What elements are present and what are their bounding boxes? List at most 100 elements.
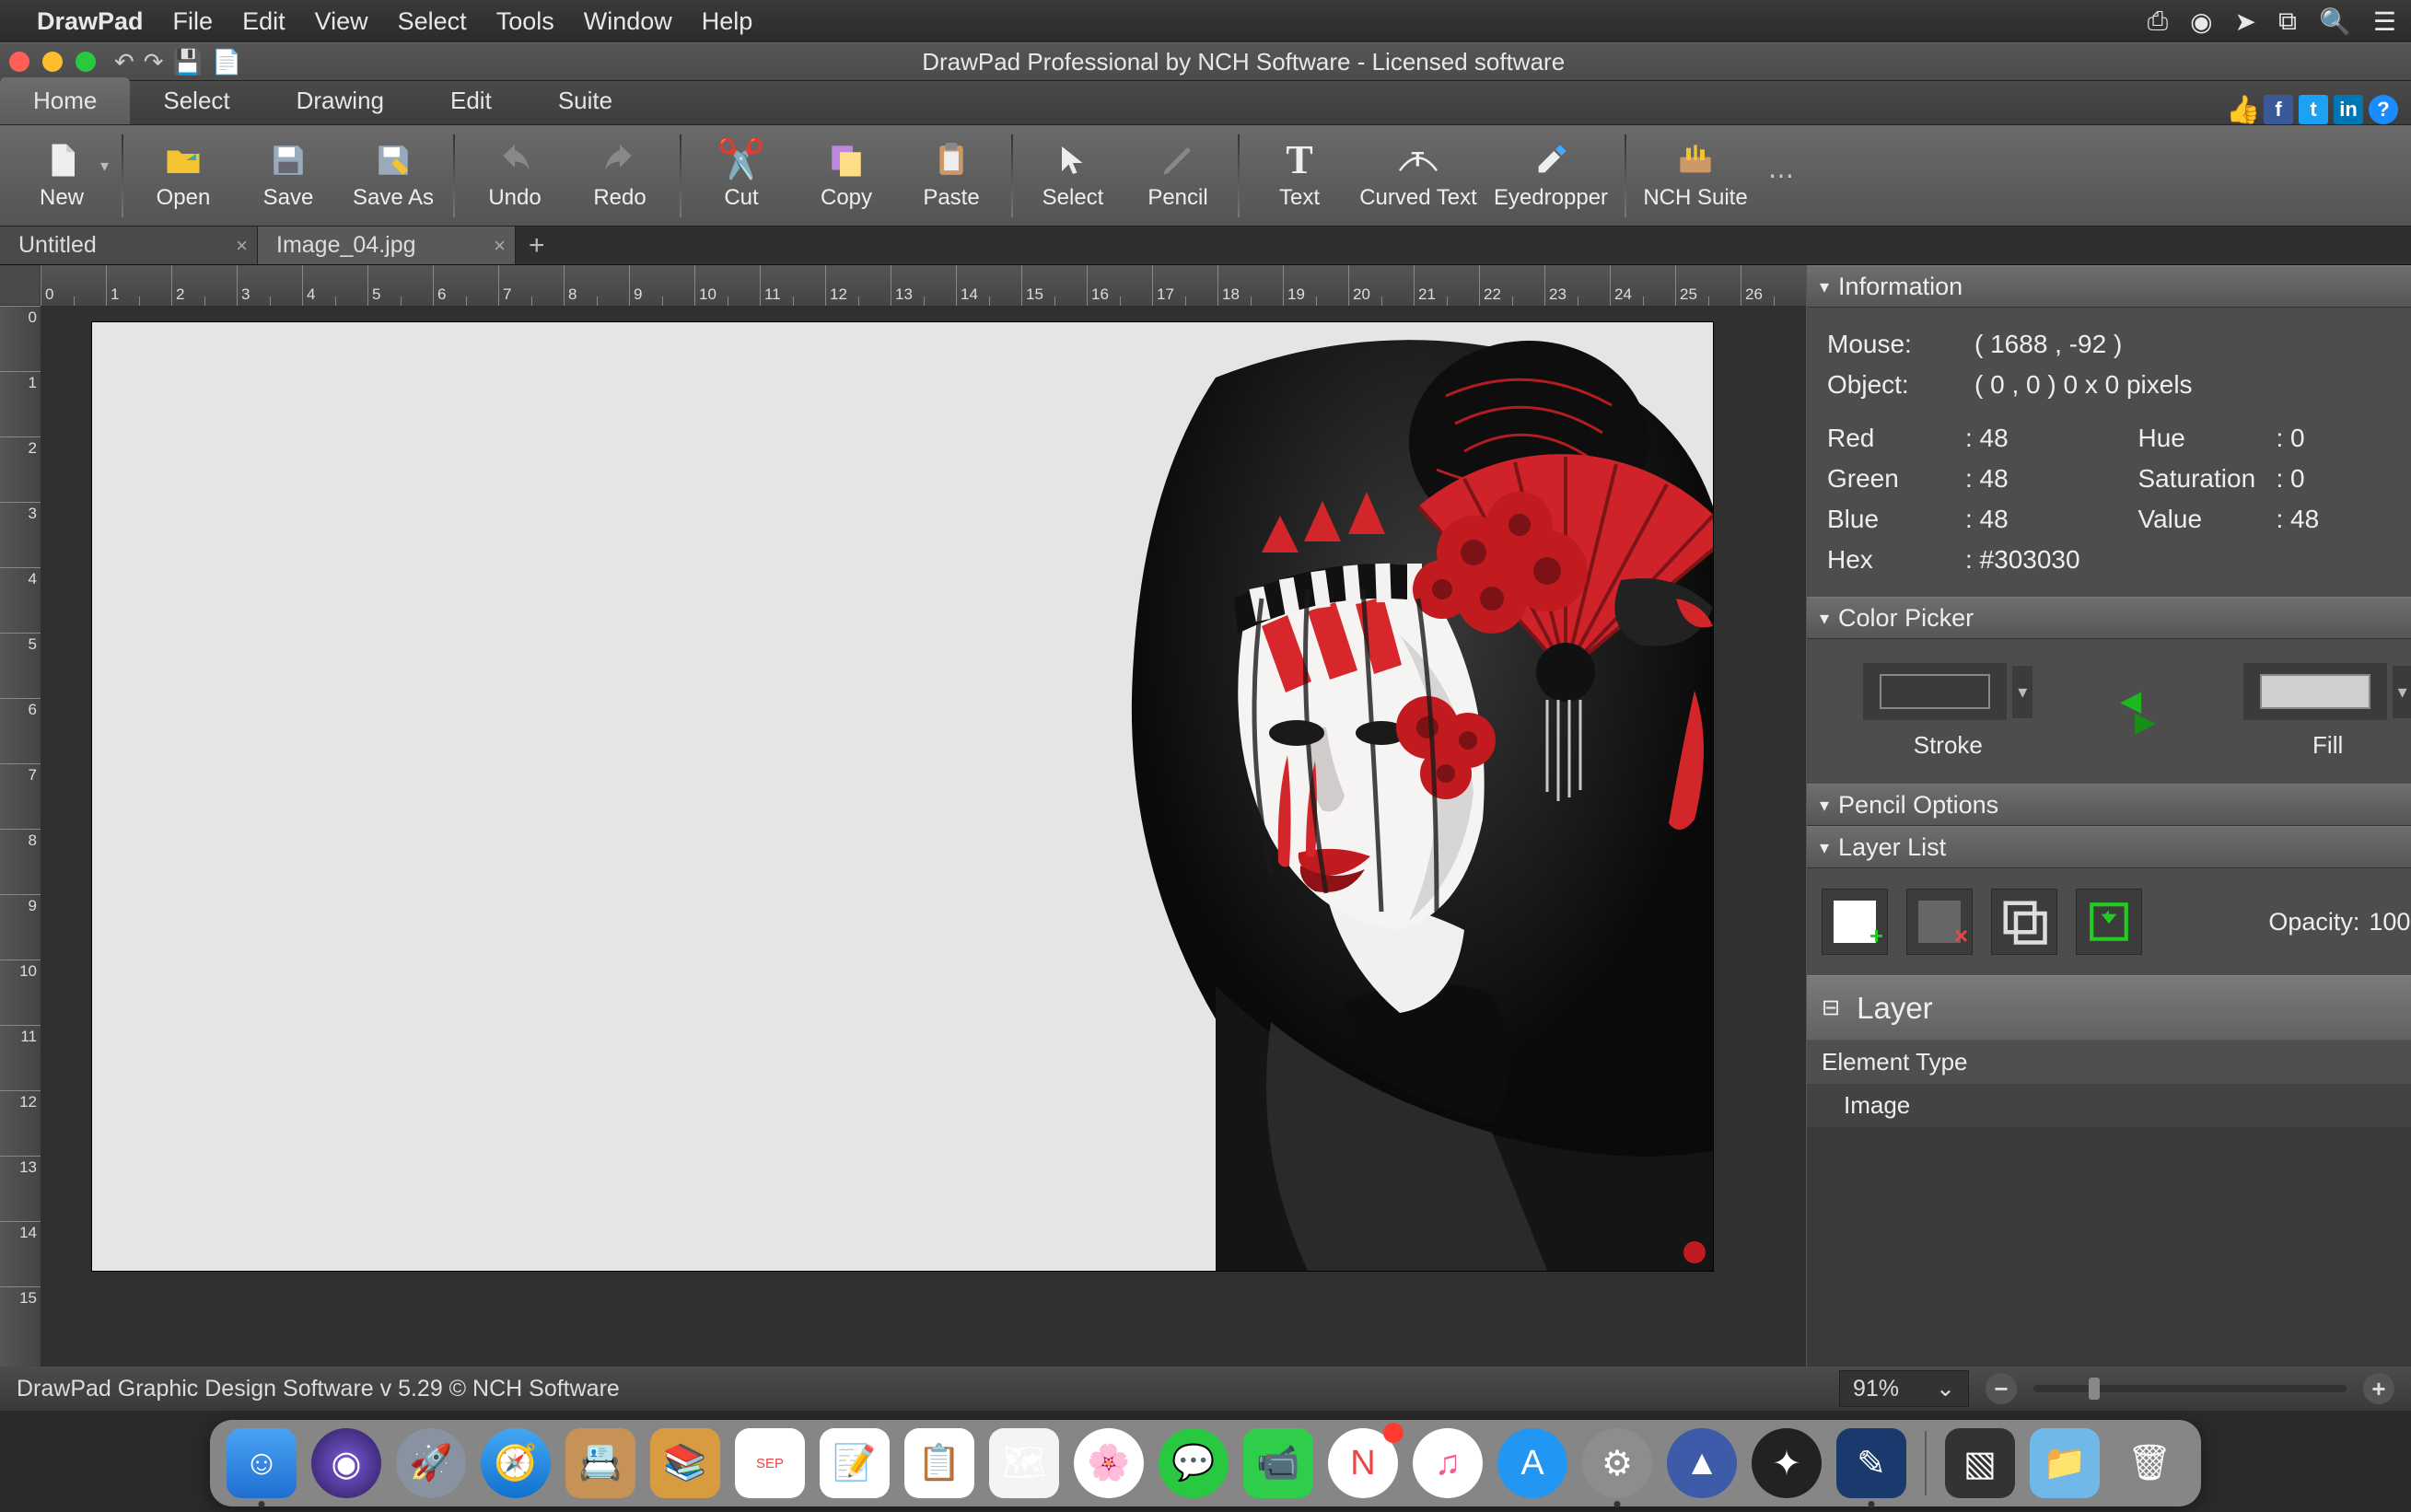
ribbon-tab-drawing[interactable]: Drawing xyxy=(263,77,417,124)
undo-quick-icon[interactable]: ↶ xyxy=(114,48,134,76)
canvas[interactable] xyxy=(92,322,1713,1271)
dock-photos-icon[interactable]: 🌸 xyxy=(1074,1428,1144,1498)
redo-button[interactable]: Redo xyxy=(569,125,670,226)
pencil-panel-header[interactable]: ▾Pencil Options xyxy=(1807,784,2411,826)
control-center-icon[interactable]: ☰ xyxy=(2373,6,2396,37)
fill-dropdown-icon[interactable]: ▾ xyxy=(2393,666,2411,718)
dock-launchpad-icon[interactable]: 🚀 xyxy=(396,1428,466,1498)
menu-select[interactable]: Select xyxy=(398,7,467,36)
stroke-dropdown-icon[interactable]: ▾ xyxy=(2012,666,2032,718)
new-dropdown-icon[interactable]: ▾ xyxy=(100,157,109,176)
element-type-value[interactable]: Image xyxy=(1807,1084,2411,1127)
doc-tab-image04[interactable]: Image_04.jpg × xyxy=(258,227,516,264)
fill-swatch[interactable] xyxy=(2260,674,2370,709)
select-tool-button[interactable]: Select xyxy=(1022,125,1124,226)
dock-notes-icon[interactable]: 📝 xyxy=(820,1428,890,1498)
zoom-in-button[interactable]: + xyxy=(2363,1373,2394,1404)
close-tab-icon[interactable]: × xyxy=(494,234,506,258)
copy-button[interactable]: Copy xyxy=(796,125,897,226)
delete-layer-button[interactable]: × xyxy=(1906,889,1973,955)
dock-books-icon[interactable]: 📚 xyxy=(650,1428,720,1498)
sync-icon[interactable]: ➤ xyxy=(2235,6,2256,37)
dock-drawpad-icon[interactable]: ✎ xyxy=(1836,1428,1906,1498)
cut-button[interactable]: ✂️ Cut xyxy=(691,125,792,226)
dock-trash-icon[interactable]: 🗑 xyxy=(2114,1428,2184,1498)
dock-downloads-icon[interactable]: 📁 xyxy=(2030,1428,2100,1498)
dock-settings-icon[interactable]: ⚙ xyxy=(1582,1428,1652,1498)
layer-collapse-icon[interactable]: ⊟ xyxy=(1822,994,1840,1021)
add-tab-button[interactable]: + xyxy=(516,230,558,262)
dock-reminders-icon[interactable]: 📋 xyxy=(904,1428,974,1498)
like-icon[interactable]: 👍 xyxy=(2229,95,2258,124)
dock-facetime-icon[interactable]: 📹 xyxy=(1243,1428,1313,1498)
twitter-icon[interactable]: t xyxy=(2299,95,2328,124)
layerlist-panel-header[interactable]: ▾Layer List xyxy=(1807,826,2411,868)
dock-music-icon[interactable]: ♫ xyxy=(1413,1428,1483,1498)
dock-maps-icon[interactable]: 🗺 xyxy=(989,1428,1059,1498)
layer-row[interactable]: ⊟ Layer ✔ xyxy=(1807,975,2411,1040)
dock-siri-icon[interactable]: ◉ xyxy=(311,1428,381,1498)
save-as-button[interactable]: Save As xyxy=(343,125,444,226)
dock-app1-icon[interactable]: ▲ xyxy=(1667,1428,1737,1498)
spotlight-icon[interactable]: 🔍 xyxy=(2319,6,2351,37)
menu-window[interactable]: Window xyxy=(584,7,672,36)
ribbon-tab-home[interactable]: Home xyxy=(0,77,130,124)
menu-edit[interactable]: Edit xyxy=(242,7,285,36)
menu-help[interactable]: Help xyxy=(702,7,753,36)
save-button[interactable]: Save xyxy=(238,125,339,226)
dock-finder-icon[interactable]: ☺ xyxy=(227,1428,297,1498)
zoom-slider[interactable] xyxy=(2033,1385,2347,1392)
stroke-swatch[interactable] xyxy=(1880,674,1990,709)
duplicate-layer-button[interactable] xyxy=(1991,889,2057,955)
zoom-out-button[interactable]: − xyxy=(1986,1373,2017,1404)
ribbon-tab-select[interactable]: Select xyxy=(130,77,262,124)
pencil-tool-button[interactable]: Pencil xyxy=(1127,125,1229,226)
printer-icon[interactable]: ⎙ xyxy=(2148,6,2168,37)
paste-button[interactable]: Paste xyxy=(901,125,1002,226)
colorpicker-panel-header[interactable]: ▾Color Picker xyxy=(1807,597,2411,639)
close-tab-icon[interactable]: × xyxy=(236,234,248,258)
canvas-viewport[interactable] xyxy=(41,306,1806,1367)
ribbon-tab-suite[interactable]: Suite xyxy=(525,77,646,124)
zoom-combo[interactable]: 91%⌄ xyxy=(1839,1370,1969,1407)
new-button[interactable]: New ▾ xyxy=(11,125,112,226)
minimize-window-button[interactable] xyxy=(42,52,63,72)
notification-icon[interactable]: ◉ xyxy=(2190,6,2212,37)
facebook-icon[interactable]: f xyxy=(2264,95,2293,124)
toolbar-overflow-icon[interactable]: ⋯ xyxy=(1768,160,1794,191)
dock-appstore-icon[interactable]: A xyxy=(1497,1428,1567,1498)
menu-file[interactable]: File xyxy=(173,7,214,36)
swap-colors-button[interactable]: ◀▶ xyxy=(2127,680,2149,744)
import-layer-button[interactable] xyxy=(2076,889,2142,955)
close-window-button[interactable] xyxy=(9,52,29,72)
open-button[interactable]: Open xyxy=(133,125,234,226)
zoom-slider-thumb[interactable] xyxy=(2089,1378,2100,1400)
maximize-window-button[interactable] xyxy=(76,52,96,72)
curved-text-button[interactable]: T Curved Text xyxy=(1354,125,1483,226)
dock-messages-icon[interactable]: 💬 xyxy=(1159,1428,1229,1498)
undo-button[interactable]: Undo xyxy=(464,125,565,226)
displays-icon[interactable]: ⧉ xyxy=(2278,6,2297,37)
text-tool-button[interactable]: T Text xyxy=(1249,125,1350,226)
ribbon-tab-edit[interactable]: Edit xyxy=(417,77,525,124)
add-layer-button[interactable]: + xyxy=(1822,889,1888,955)
dock-news-icon[interactable]: N xyxy=(1328,1428,1398,1498)
nch-suite-button[interactable]: NCH Suite xyxy=(1636,125,1755,226)
new-quick-icon[interactable]: 📄 xyxy=(212,48,241,76)
dock-calendar-icon[interactable]: SEP xyxy=(735,1428,805,1498)
dock-app2-icon[interactable]: ✦ xyxy=(1752,1428,1822,1498)
redo-quick-icon[interactable]: ↷ xyxy=(144,48,164,76)
zoom-dropdown-icon[interactable]: ⌄ xyxy=(1936,1375,1955,1402)
menu-tools[interactable]: Tools xyxy=(496,7,554,36)
linkedin-icon[interactable]: in xyxy=(2334,95,2363,124)
app-name[interactable]: DrawPad xyxy=(37,7,144,36)
doc-tab-untitled[interactable]: Untitled × xyxy=(0,227,258,264)
dock-safari-icon[interactable]: 🧭 xyxy=(481,1428,551,1498)
help-icon[interactable]: ? xyxy=(2369,95,2398,124)
dock-contacts-icon[interactable]: 📇 xyxy=(565,1428,635,1498)
dock-recent-icon[interactable]: ▧ xyxy=(1945,1428,2015,1498)
menu-view[interactable]: View xyxy=(315,7,368,36)
info-panel-header[interactable]: ▾Information xyxy=(1807,265,2411,308)
eyedropper-button[interactable]: Eyedropper xyxy=(1486,125,1615,226)
save-quick-icon[interactable]: 💾 xyxy=(173,48,203,76)
